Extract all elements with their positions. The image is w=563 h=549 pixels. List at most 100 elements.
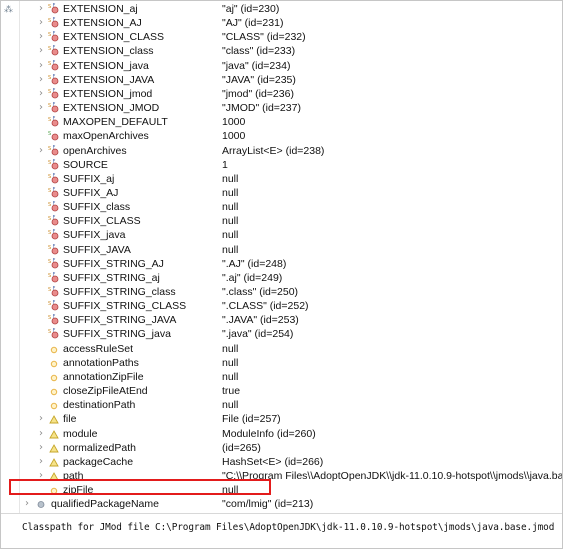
variable-value: null (222, 243, 239, 256)
variable-row[interactable]: › normalizedPath (id=265) (20, 441, 562, 455)
variable-row[interactable]: S F SUFFIX_STRING_CLASS ".CLASS" (id=252) (20, 299, 562, 313)
static-final-field-icon: SF (48, 74, 60, 86)
expand-chevron-icon[interactable]: › (36, 442, 46, 454)
static-final-field-icon: SF (48, 258, 60, 270)
variable-name: packageCache (63, 455, 134, 468)
variable-row[interactable]: › S F EXTENSION_java "java" (id=234) (20, 59, 562, 73)
variable-row[interactable]: › S F EXTENSION_CLASS "CLASS" (id=232) (20, 30, 562, 44)
variable-name: zipFile (63, 484, 94, 497)
variable-row[interactable]: › S F EXTENSION_jmod "jmod" (id=236) (20, 87, 562, 101)
variable-row[interactable]: S F SUFFIX_STRING_java ".java" (id=254) (20, 327, 562, 341)
variable-value: ".class" (id=250) (222, 286, 299, 298)
static-final-field-icon: SF (48, 272, 60, 284)
svg-text:S: S (48, 329, 51, 335)
expand-chevron-icon[interactable]: › (36, 3, 46, 15)
expand-chevron-icon[interactable]: › (36, 428, 46, 440)
expand-chevron-icon[interactable]: › (36, 88, 46, 100)
variable-row[interactable]: closeZipFileAtEnd true (20, 384, 562, 398)
variable-row[interactable]: › path "C:\\Program Files\\AdoptOpenJDK\\j… (20, 469, 562, 483)
variable-name: SUFFIX_STRING_CLASS (63, 300, 187, 313)
variable-row[interactable]: accessRuleSet null (20, 342, 562, 356)
variable-row[interactable]: › S F EXTENSION_aj "aj" (id=230) (20, 2, 562, 16)
variable-row[interactable]: › S F EXTENSION_class "class" (id=233) (20, 44, 562, 58)
svg-text:F: F (53, 102, 56, 108)
protected-field-icon (48, 442, 60, 454)
variable-value: ".JAVA" (id=253) (222, 314, 299, 327)
variable-row[interactable]: › S F EXTENSION_AJ "AJ" (id=231) (20, 16, 562, 30)
svg-text:F: F (53, 244, 56, 250)
variable-row[interactable]: S F SUFFIX_STRING_aj ".aj" (id=249) (20, 271, 562, 285)
variable-row[interactable]: › packageCache HashSet<E> (id=266) (20, 455, 562, 469)
svg-text:S: S (48, 61, 51, 67)
expand-chevron-icon[interactable]: › (36, 74, 46, 86)
variable-value: "aj" (id=230) (222, 3, 280, 15)
expand-chevron-icon[interactable]: › (36, 102, 46, 114)
variable-row[interactable]: S F SUFFIX_class null (20, 200, 562, 214)
expand-chevron-icon[interactable]: › (36, 60, 46, 72)
expand-chevron-icon[interactable]: › (22, 498, 32, 510)
local-variable-icon (35, 498, 47, 510)
variable-name: SUFFIX_aj (63, 172, 115, 185)
variable-row[interactable]: › module ModuleInfo (id=260) (20, 427, 562, 441)
variable-value: "java" (id=234) (222, 59, 291, 72)
svg-text:F: F (53, 145, 56, 151)
variable-row[interactable]: S F SUFFIX_aj null (20, 172, 562, 186)
svg-text:F: F (53, 3, 56, 9)
variable-name: SUFFIX_STRING_aj (63, 271, 160, 284)
variable-row[interactable]: destinationPath null (20, 398, 562, 412)
svg-text:F: F (53, 300, 56, 306)
svg-text:S: S (48, 32, 51, 38)
variable-row[interactable]: S F SUFFIX_java null (20, 228, 562, 242)
variable-value: ".CLASS" (id=252) (222, 300, 309, 313)
variable-row[interactable]: › S F EXTENSION_JAVA "JAVA" (id=235) (20, 73, 562, 87)
variable-row[interactable]: › file File (id=257) (20, 412, 562, 426)
expand-chevron-icon[interactable]: › (36, 145, 46, 157)
variable-value: null (222, 186, 239, 199)
variable-name: EXTENSION_aj (63, 3, 138, 15)
variable-row[interactable]: S F SUFFIX_STRING_class ".class" (id=250) (20, 285, 562, 299)
svg-text:S: S (48, 230, 51, 236)
variable-row[interactable]: › S F EXTENSION_JMOD "JMOD" (id=237) (20, 101, 562, 115)
variable-name: normalizedPath (63, 441, 136, 454)
expand-chevron-icon[interactable]: › (36, 470, 46, 482)
expand-chevron-icon[interactable]: › (36, 17, 46, 29)
static-final-field-icon: SF (48, 60, 60, 72)
variable-name: SUFFIX_class (63, 201, 131, 214)
field-icon (48, 484, 60, 496)
variable-row[interactable]: S F SUFFIX_CLASS null (20, 214, 562, 228)
variable-name: maxOpenArchives (63, 130, 149, 143)
variable-name: MAXOPEN_DEFAULT (63, 116, 168, 129)
variable-value: "com/lmig" (id=213) (222, 498, 314, 511)
variable-row[interactable]: zipFile null (20, 483, 562, 497)
variable-row[interactable]: annotationZipFile null (20, 370, 562, 384)
expand-chevron-icon[interactable]: › (36, 456, 46, 468)
svg-text:S: S (48, 75, 51, 81)
variable-value: true (222, 385, 241, 398)
protected-field-icon (48, 413, 60, 425)
variable-row[interactable]: S F SOURCE 1 (20, 158, 562, 172)
variable-row[interactable]: annotationPaths null (20, 356, 562, 370)
variable-row[interactable]: S F SUFFIX_JAVA null (20, 243, 562, 257)
svg-text:S: S (48, 146, 51, 152)
expand-chevron-icon[interactable]: › (36, 45, 46, 57)
expand-chevron-icon[interactable]: › (36, 31, 46, 43)
variable-value: (id=265) (222, 441, 261, 454)
static-final-field-icon: SF (48, 173, 60, 185)
variable-row[interactable]: › S FopenArchives ArrayList<E> (id=238) (20, 144, 562, 158)
variable-row[interactable]: S F SUFFIX_STRING_AJ ".AJ" (id=248) (20, 257, 562, 271)
variable-row[interactable]: S F SUFFIX_STRING_JAVA ".JAVA" (id=253) (20, 313, 562, 327)
svg-text:F: F (53, 173, 56, 179)
svg-text:F: F (53, 45, 56, 51)
variable-row[interactable]: S F SUFFIX_AJ null (20, 186, 562, 200)
static-final-field-icon: SF (48, 215, 60, 227)
field-icon (48, 385, 60, 397)
svg-text:S: S (48, 117, 51, 123)
svg-text:F: F (53, 258, 56, 264)
static-final-field-icon: SF (48, 314, 60, 326)
variable-row[interactable]: SmaxOpenArchives 1000 (20, 129, 562, 143)
expand-chevron-icon[interactable]: › (36, 413, 46, 425)
variable-row[interactable]: › qualifiedPackageName "com/lmig" (id=213) (20, 497, 562, 511)
variable-name: SUFFIX_STRING_AJ (63, 257, 164, 270)
variables-tree[interactable]: › S F EXTENSION_aj "aj" (id=230) › S F EXTENSION… (20, 1, 562, 524)
variable-row[interactable]: S F MAXOPEN_DEFAULT 1000 (20, 115, 562, 129)
